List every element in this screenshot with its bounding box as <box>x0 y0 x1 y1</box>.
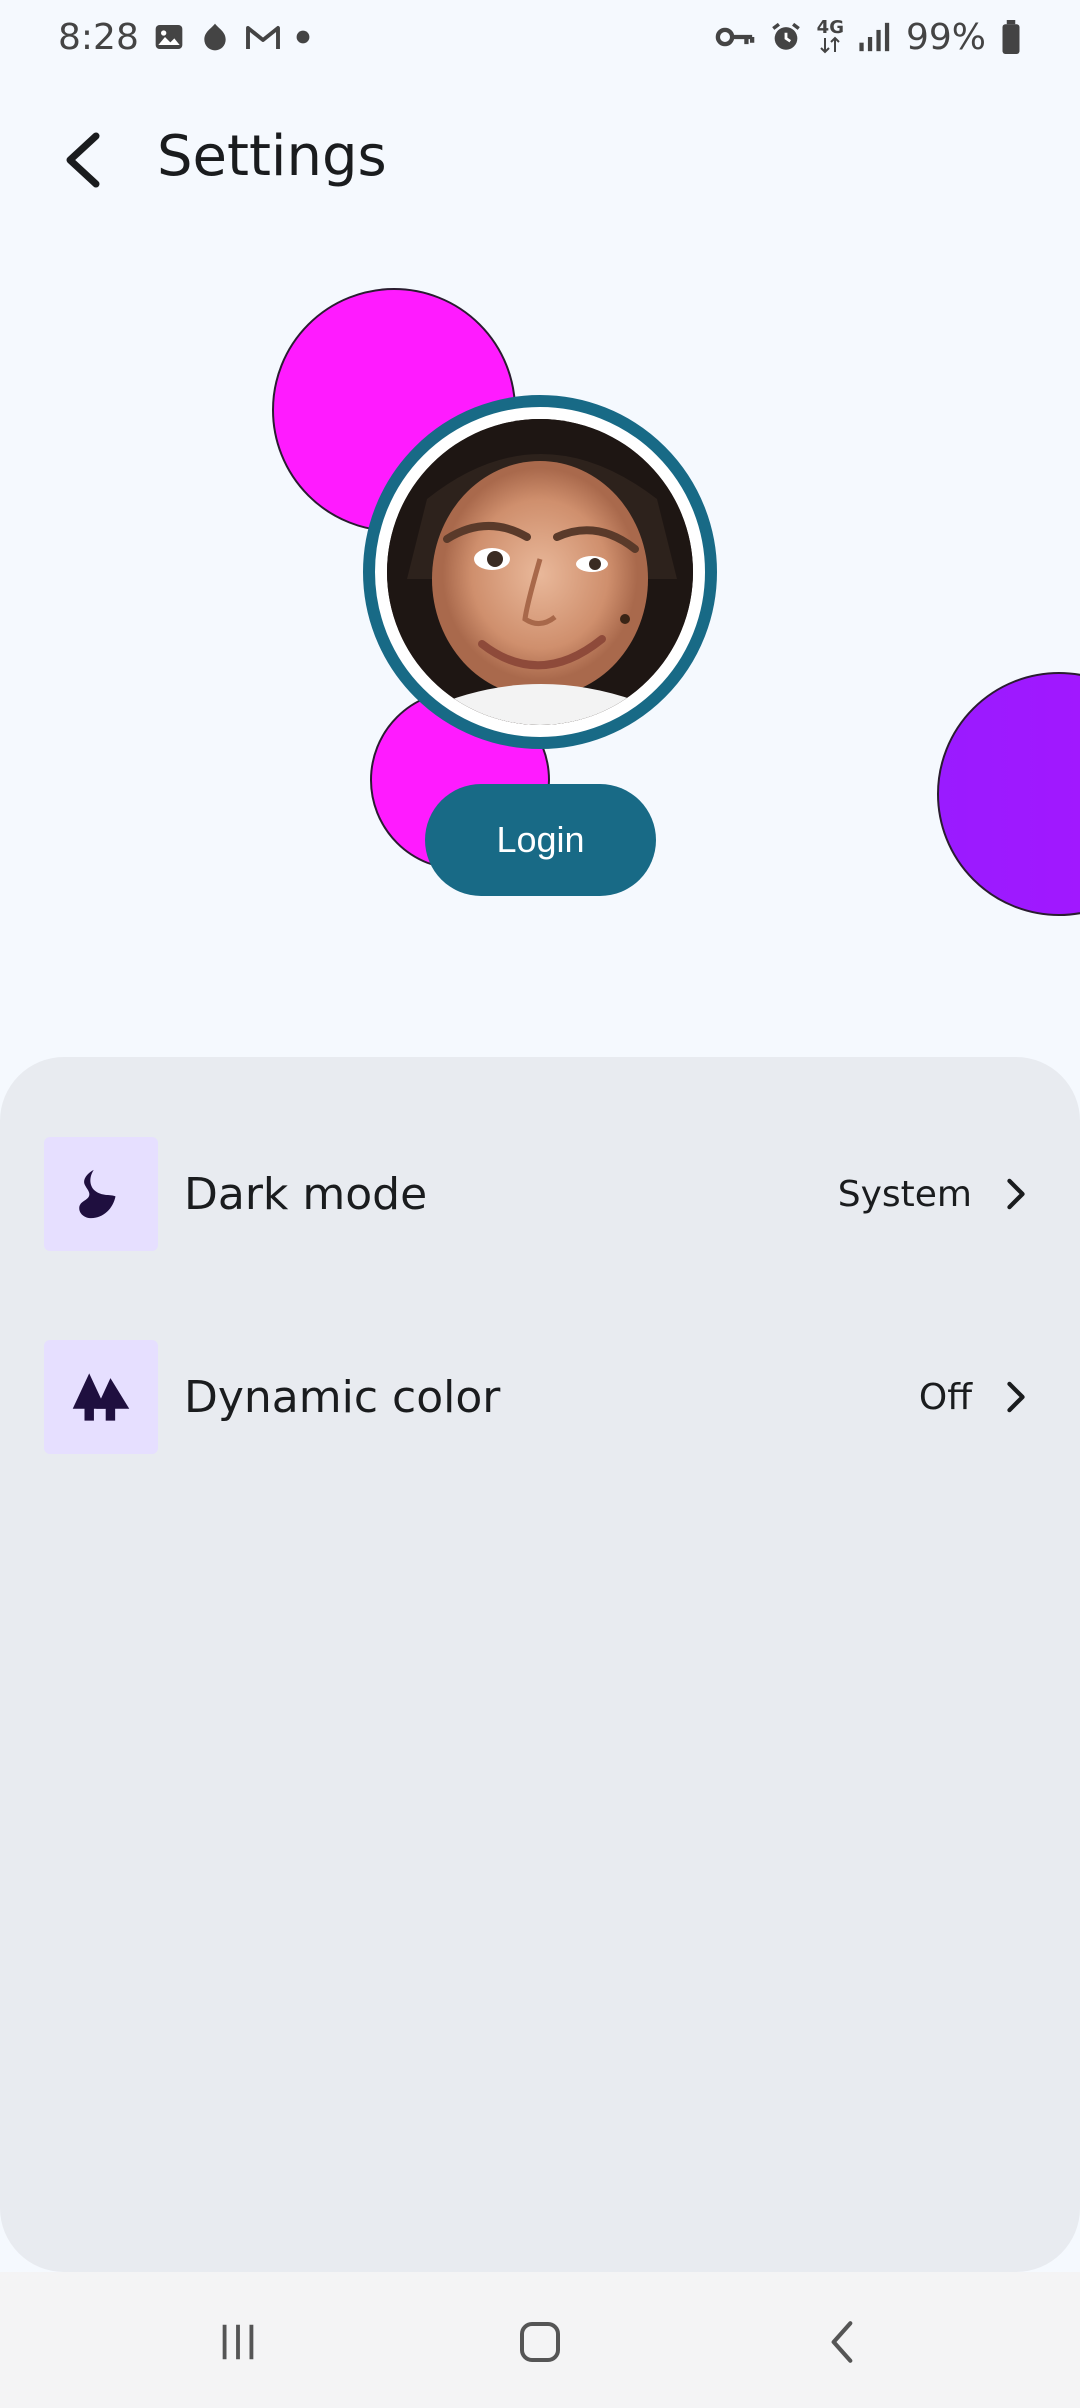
app-icon <box>199 21 231 53</box>
setting-value: System <box>837 1173 972 1215</box>
system-nav-bar <box>0 2272 1080 2408</box>
setting-row-dynamic-color[interactable]: Dynamic color Off <box>44 1340 1036 1454</box>
gallery-icon <box>153 21 185 53</box>
setting-label: Dynamic color <box>184 1371 501 1423</box>
decorative-bubble <box>937 672 1080 916</box>
alarm-icon <box>769 20 803 54</box>
settings-list: Dark mode System Dynamic color Off <box>0 1057 1080 2272</box>
battery-percent: 99% <box>905 16 986 58</box>
avatar-photo <box>387 419 693 725</box>
login-button[interactable]: Login <box>425 784 656 896</box>
status-right: 4G 99% <box>715 17 1022 58</box>
dot-icon <box>295 29 311 45</box>
settings-screen: 8:28 4G 99% Settings Login Dark mode Sys… <box>0 0 1080 2408</box>
dynamic-color-icon <box>44 1340 158 1454</box>
back-icon[interactable] <box>812 2312 872 2372</box>
gmail-icon <box>245 21 281 53</box>
avatar[interactable] <box>387 419 693 725</box>
setting-row-dark-mode[interactable]: Dark mode System <box>44 1137 1036 1251</box>
network-label: 4G <box>816 17 844 38</box>
chevron-right-icon <box>996 1174 1036 1214</box>
battery-icon <box>1000 20 1022 54</box>
profile-header: Login <box>0 250 1080 950</box>
signal-icon <box>858 21 892 53</box>
page-title: Settings <box>157 124 387 189</box>
recents-icon[interactable] <box>208 2312 268 2372</box>
status-time: 8:28 <box>58 16 139 58</box>
setting-value: Off <box>918 1376 972 1418</box>
chevron-right-icon <box>996 1377 1036 1417</box>
arrow-back-icon[interactable] <box>52 130 112 190</box>
network-4g-icon: 4G <box>816 17 844 54</box>
dark-mode-icon <box>44 1137 158 1251</box>
status-bar: 8:28 4G 99% <box>0 0 1080 74</box>
app-bar: Settings <box>0 110 1080 210</box>
vpn-key-icon <box>715 22 755 52</box>
home-icon[interactable] <box>510 2312 570 2372</box>
avatar-ring <box>363 395 717 749</box>
status-left: 8:28 <box>58 17 311 58</box>
setting-label: Dark mode <box>184 1168 428 1220</box>
